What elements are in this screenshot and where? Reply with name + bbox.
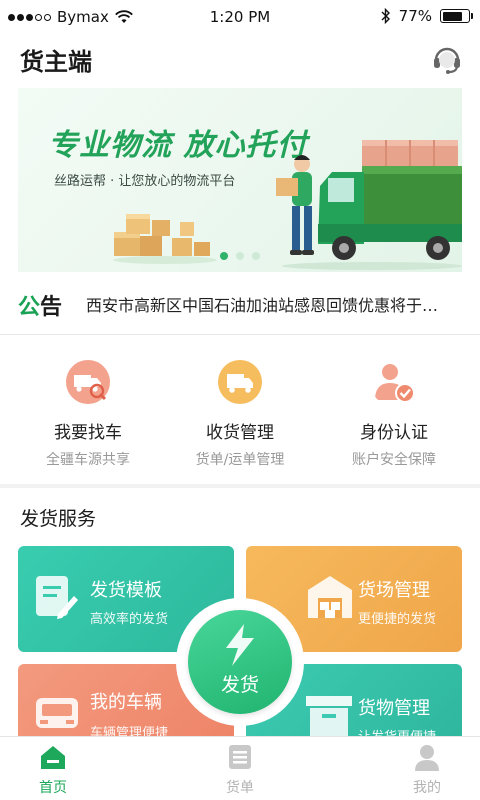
vehicle-icon — [36, 698, 78, 728]
notice-tag-first-char: 公 — [18, 295, 41, 320]
bluetooth-icon — [381, 8, 390, 24]
card-title: 货物管理 — [358, 698, 430, 719]
tab-label: 我的 — [413, 780, 441, 796]
truck-illustration — [276, 140, 462, 270]
notice-tag-rest: 告 — [40, 295, 63, 320]
section-separator — [0, 484, 480, 488]
notice-text[interactable]: 西安市高新区中国石油加油站感恩回馈优惠将于… — [86, 292, 462, 316]
section-title: 发货服务 — [20, 508, 97, 530]
quick-actions: 我要找车 全疆车源共享 收货管理 货单/运单管理 身份认证 账户安全保障 — [0, 348, 480, 478]
quick-action-subtitle: 全疆车源共享 — [46, 452, 130, 468]
quick-action-title: 收货管理 — [206, 423, 274, 443]
ship-goods-label: 发货 — [220, 674, 259, 696]
card-subtitle: 高效率的发货 — [90, 612, 169, 627]
status-right: 77% — [381, 7, 473, 25]
cargo-boxes-illustration — [113, 214, 217, 264]
headset-icon[interactable] — [430, 42, 464, 76]
app-header: 货主端 — [0, 34, 480, 84]
quick-action-subtitle: 账户安全保障 — [352, 452, 436, 468]
order-list-icon — [229, 745, 251, 769]
warehouse-icon — [308, 576, 352, 618]
quick-action-receiving[interactable]: 收货管理 货单/运单管理 — [170, 358, 310, 469]
bottom-tab-bar: 首页 货单 我的 — [0, 736, 480, 800]
cargo-box-icon — [306, 696, 352, 736]
card-title: 发货模板 — [90, 580, 162, 601]
tab-home[interactable]: 首页 — [8, 743, 98, 797]
card-title: 我的车辆 — [90, 692, 162, 713]
card-title: 货场管理 — [358, 580, 430, 601]
banner-dot[interactable] — [252, 252, 260, 260]
quick-action-find-truck[interactable]: 我要找车 全疆车源共享 — [18, 358, 158, 469]
notice-tag: 公告 — [18, 289, 62, 321]
truck-icon — [218, 360, 262, 404]
notice-bar[interactable]: 公告 西安市高新区中国石油加油站感恩回馈优惠将于… — [0, 282, 480, 328]
page-title: 货主端 — [20, 48, 92, 76]
ship-goods-button[interactable]: 发货 — [188, 610, 292, 714]
user-verify-icon — [375, 364, 415, 403]
profile-icon — [415, 745, 439, 771]
battery-level — [442, 11, 462, 21]
tab-profile[interactable]: 我的 — [382, 743, 472, 797]
template-icon — [36, 576, 78, 619]
quick-action-identity[interactable]: 身份认证 账户安全保障 — [324, 358, 464, 469]
status-bar: Bymax 1:20 PM 77% — [0, 0, 480, 34]
tab-orders[interactable]: 货单 — [195, 743, 285, 797]
lightning-icon — [226, 624, 254, 666]
divider — [0, 334, 480, 335]
battery-percent: 77% — [398, 7, 432, 25]
quick-action-subtitle: 货单/运单管理 — [195, 452, 285, 468]
banner-subtitle: 丝路运帮 · 让您放心的物流平台 — [54, 174, 236, 189]
card-subtitle: 更便捷的发货 — [358, 612, 437, 627]
banner-dot[interactable] — [220, 252, 228, 260]
banner-pagination[interactable] — [220, 252, 260, 260]
promo-banner[interactable]: 专业物流 放心托付 丝路运帮 · 让您放心的物流平台 — [18, 88, 462, 272]
find-truck-icon — [66, 360, 110, 404]
banner-dot[interactable] — [236, 252, 244, 260]
tab-label: 首页 — [39, 780, 67, 796]
quick-action-title: 我要找车 — [54, 423, 122, 443]
tab-label: 货单 — [226, 780, 254, 796]
battery-icon — [440, 9, 473, 23]
quick-action-title: 身份认证 — [360, 423, 428, 443]
home-icon — [41, 746, 65, 769]
